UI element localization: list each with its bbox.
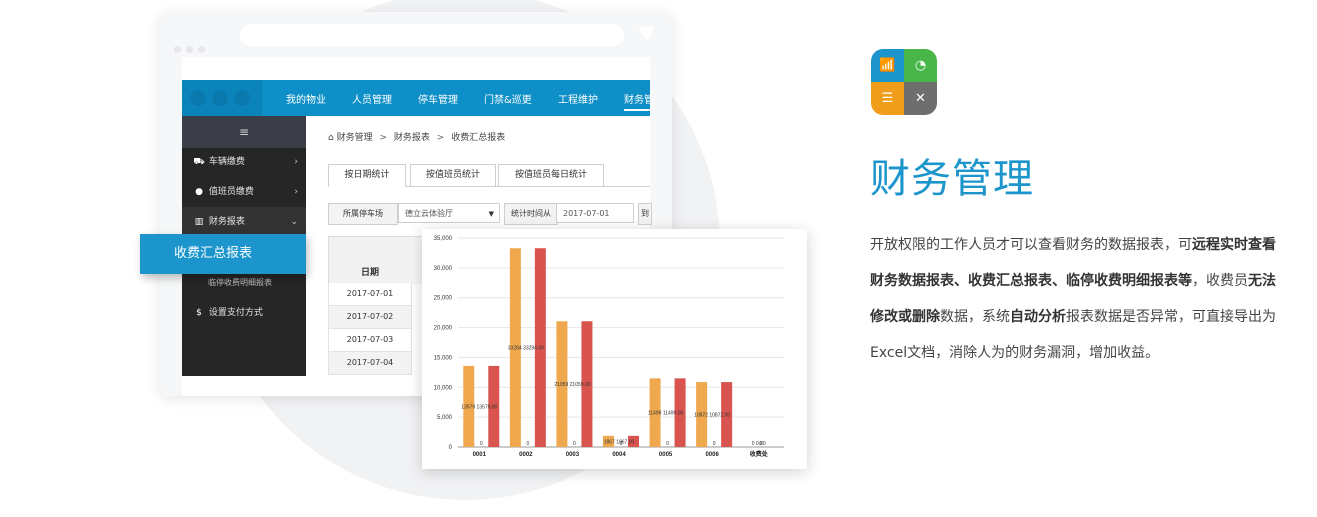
- sidebar-item-label: 财务报表: [208, 217, 245, 227]
- tab-by-attendant[interactable]: 按值班员统计: [410, 164, 496, 186]
- breadcrumb-separator: >: [436, 133, 445, 143]
- bar-chart-icon: ▥: [194, 217, 204, 227]
- y-tick-label: 5,000: [437, 415, 453, 421]
- y-tick-label: 35,000: [434, 236, 453, 242]
- parking-lot-label: 所属停车场: [328, 203, 398, 225]
- nav-item-finance[interactable]: 财务管: [624, 91, 650, 111]
- chevron-right-icon: ›: [294, 157, 298, 167]
- y-tick-label: 20,000: [434, 326, 453, 332]
- parking-lot-value: 德立云体验厅: [405, 209, 453, 218]
- breadcrumb: ⌂ 财务管理 > 财务报表 > 收费汇总报表: [328, 130, 505, 143]
- table-header-date: 日期: [328, 236, 412, 285]
- data-label: 10872 10872.00: [694, 413, 730, 419]
- breadcrumb-item[interactable]: 财务报表: [394, 133, 430, 143]
- time-from-label: 统计时间从: [504, 203, 558, 225]
- x-tick-label: 0006: [705, 452, 719, 458]
- pie-chart-icon: ◔: [904, 49, 937, 82]
- nav-item-access-patrol[interactable]: 门禁&巡更: [484, 91, 532, 106]
- data-label: 1867 1867.00: [604, 439, 635, 445]
- flyout-fee-summary-report[interactable]: 收费汇总报表: [140, 234, 306, 274]
- sidebar-item-label: 值班员缴费: [208, 187, 254, 197]
- table-row: 2017-07-04: [328, 352, 412, 375]
- data-label: 11499 11499.00: [648, 411, 684, 417]
- sidebar-item-attendant-payment[interactable]: ● 值班员缴费 ›: [182, 177, 306, 207]
- x-tick-label: 0005: [659, 452, 673, 458]
- desc-text: ，收费员: [1192, 273, 1248, 289]
- y-tick-label: 30,000: [434, 266, 453, 272]
- x-tick-label: 收费处: [750, 450, 769, 458]
- time-from-input[interactable]: 2017-07-01: [556, 203, 634, 223]
- y-tick-label: 0: [449, 445, 453, 451]
- y-tick-label: 15,000: [434, 355, 453, 361]
- x-tick-label: 0003: [566, 452, 580, 458]
- tab-by-attendant-daily[interactable]: 按值班员每日统计: [498, 164, 604, 186]
- bar-chart: 0 5,000 10,000 15,000 20,000 25,000 30,000 35,0…: [434, 236, 784, 458]
- data-label: 13579 13579.00: [461, 404, 497, 410]
- data-label: 33284 33284.00: [508, 346, 544, 352]
- heart-icon: ♥: [638, 23, 656, 45]
- feature-title: 财务管理: [870, 156, 1034, 202]
- sidebar-item-label: 设置支付方式: [208, 308, 263, 318]
- caret-down-icon: ▼: [488, 210, 494, 218]
- sidebar-item-label: 车辆缴费: [208, 157, 245, 167]
- zero-data-label: 0: [480, 441, 483, 447]
- parking-lot-select[interactable]: 德立云体验厅 ▼: [398, 203, 500, 223]
- top-navigation: 我的物业 人员管理 停车管理 门禁&巡更 工程维护 财务管: [182, 80, 650, 116]
- nav-item-parking[interactable]: 停车管理: [418, 91, 458, 106]
- nav-item-personnel[interactable]: 人员管理: [352, 91, 392, 106]
- zero-data-label: 0: [526, 441, 529, 447]
- user-circle-icon: ●: [195, 187, 203, 197]
- x-tick-label: 0002: [519, 452, 533, 458]
- y-tick-label: 25,000: [434, 296, 453, 302]
- data-label: 21059 21059.00: [554, 382, 590, 388]
- table-row: 2017-07-02: [328, 306, 412, 329]
- address-bar: [240, 24, 624, 46]
- breadcrumb-item[interactable]: 财务管理: [337, 133, 373, 143]
- desc-text: 开放权限的工作人员才可以查看财务的数据报表，可: [870, 237, 1192, 253]
- chart-card: 0 5,000 10,000 15,000 20,000 25,000 30,000 35,0…: [422, 229, 807, 469]
- nav-item-my-property[interactable]: 我的物业: [286, 91, 326, 106]
- table-row: 2017-07-03: [328, 329, 412, 352]
- feature-description: 开放权限的工作人员才可以查看财务的数据报表，可远程实时查看财务数据报表、收费汇总…: [870, 227, 1280, 371]
- sidebar-item-payment-settings[interactable]: $ 设置支付方式: [182, 298, 306, 328]
- sidebar-item-vehicle-payment[interactable]: ⛟ 车辆缴费 ›: [182, 147, 306, 177]
- car-icon: ⛟: [193, 157, 205, 167]
- desc-highlight: 自动分析: [1010, 309, 1066, 325]
- time-to-label: 到: [638, 203, 652, 225]
- nav-item-engineering[interactable]: 工程维护: [558, 91, 598, 106]
- sidebar-item-financial-reports[interactable]: ▥ 财务报表 ⌄: [182, 207, 306, 237]
- line-chart-icon: 📶: [871, 49, 904, 82]
- chevron-down-icon: ⌄: [290, 217, 298, 227]
- data-label: 0 0.00: [752, 441, 766, 447]
- report-tabs: 按日期统计 按值班员统计 按值班员每日统计: [328, 164, 650, 187]
- zero-data-label: 0: [666, 441, 669, 447]
- desc-text: 数据，系统: [940, 309, 1010, 325]
- menu-toggle-icon[interactable]: ≡: [182, 116, 306, 148]
- tab-by-date[interactable]: 按日期统计: [328, 164, 406, 187]
- window-dots: [174, 38, 210, 57]
- finance-app-icon: 📶 ◔ ☰ ✕: [871, 49, 937, 115]
- dollar-icon: $: [196, 308, 202, 318]
- bar-list-icon: ☰: [871, 82, 904, 115]
- breadcrumb-separator: >: [379, 133, 388, 143]
- table-row: 2017-07-01: [328, 283, 412, 306]
- chevron-right-icon: ›: [294, 187, 298, 197]
- x-tick-label: 0004: [612, 452, 626, 458]
- home-icon: ⌂: [328, 133, 334, 143]
- breadcrumb-item: 收费汇总报表: [451, 133, 506, 143]
- zero-data-label: 0: [713, 441, 716, 447]
- x-tick-label: 0001: [473, 452, 487, 458]
- scatter-icon: ✕: [904, 82, 937, 115]
- zero-data-label: 0: [573, 441, 576, 447]
- logo: [182, 80, 262, 116]
- y-tick-label: 10,000: [434, 385, 453, 391]
- sidebar-subitem-temp-parking-detail[interactable]: 临停收费明细报表: [208, 277, 272, 288]
